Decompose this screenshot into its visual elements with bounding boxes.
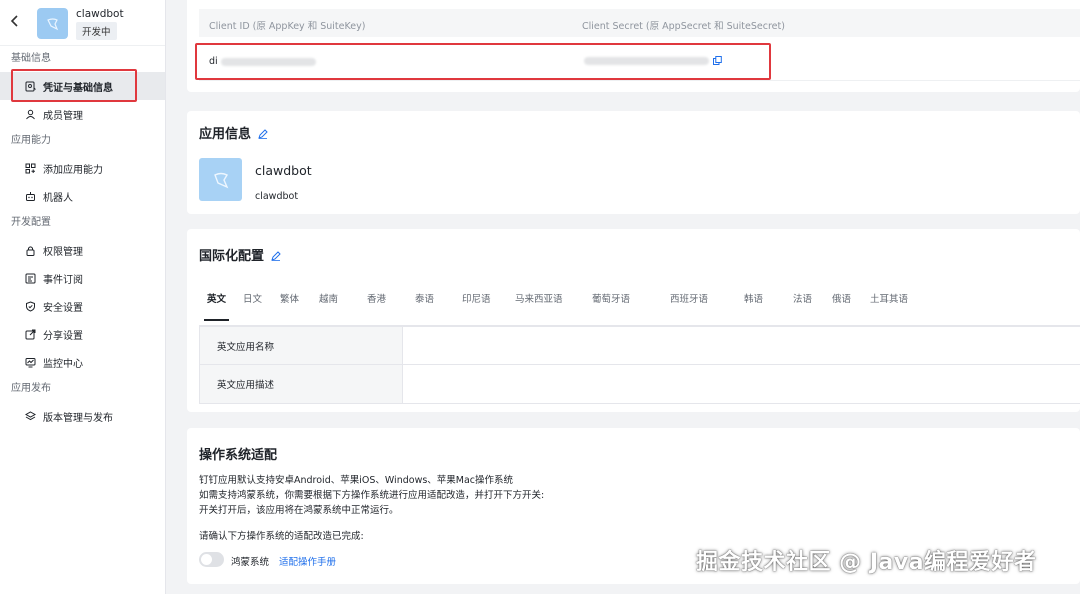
credentials-card: Client ID (原 AppKey 和 SuiteKey) Client S…	[187, 0, 1080, 92]
adaptation-manual-link[interactable]: 适配操作手册	[279, 554, 336, 568]
sidebar-item-label: 监控中心	[43, 358, 83, 370]
sidebar: clawdbot 开发中 基础信息 凭证与基础信息 成员管理 应用能力 添加应用能力 机器…	[0, 0, 166, 594]
layers-icon	[25, 410, 36, 422]
edit-icon[interactable]	[271, 250, 281, 261]
sidebar-item-label: 添加应用能力	[43, 164, 103, 176]
client-secret-label: Client Secret (原 AppSecret 和 SuiteSecret…	[582, 21, 785, 32]
language-tab[interactable]: 俄语	[832, 291, 851, 311]
sidebar-item[interactable]: 添加应用能力	[0, 154, 165, 182]
language-tab[interactable]: 泰语	[415, 291, 434, 311]
language-tab[interactable]: 马来西亚语	[515, 291, 563, 311]
language-tab[interactable]: 英文	[203, 291, 230, 321]
highlight-box	[195, 43, 771, 80]
credentials-header: Client ID (原 AppKey 和 SuiteKey) Client S…	[199, 9, 1080, 37]
harmony-label: 鸿蒙系统	[231, 557, 270, 568]
app-info-subtitle: clawdbot	[255, 191, 299, 202]
sidebar-group-title: 应用发布	[11, 383, 51, 394]
language-tab[interactable]: 香港	[367, 291, 386, 311]
robot-icon	[25, 191, 36, 202]
app-header: clawdbot 开发中	[0, 0, 165, 46]
app-name: clawdbot	[76, 8, 124, 20]
user-icon	[25, 109, 36, 120]
monitor-icon	[25, 357, 36, 368]
i18n-title: 国际化配置	[199, 245, 281, 264]
os-description-line: 开关打开后，该应用将在鸿蒙系统中正常运行。	[199, 505, 399, 516]
lock-icon	[25, 245, 36, 256]
app-info-card: 应用信息 clawdbot clawdbot	[187, 111, 1080, 214]
language-tab[interactable]: 繁体	[280, 291, 299, 311]
sidebar-item-label: 版本管理与发布	[43, 412, 113, 424]
sidebar-item[interactable]: 事件订阅	[0, 264, 165, 292]
sidebar-group-title: 应用能力	[11, 135, 51, 146]
harmony-toggle[interactable]	[199, 552, 224, 567]
sidebar-item-label: 成员管理	[43, 110, 83, 122]
os-confirm-text: 请确认下方操作系统的适配改造已完成:	[199, 531, 364, 542]
app-logo	[37, 8, 68, 39]
watermark: 掘金技术社区 @ Java编程爱好者	[696, 550, 1037, 575]
language-tab[interactable]: 印尼语	[462, 291, 491, 311]
i18n-table: 英文应用名称 英文应用描述	[199, 326, 1080, 404]
os-title: 操作系统适配	[199, 448, 278, 463]
sidebar-item-label: 分享设置	[43, 330, 83, 342]
sidebar-item[interactable]: 成员管理	[0, 100, 165, 128]
language-tab[interactable]: 日文	[243, 291, 262, 311]
sidebar-item[interactable]: 版本管理与发布	[0, 402, 165, 430]
sidebar-item-label: 机器人	[43, 192, 73, 204]
divider	[199, 80, 1080, 81]
sidebar-group-title: 开发配置	[11, 217, 51, 228]
language-tab[interactable]: 法语	[793, 291, 812, 311]
sidebar-item-label: 安全设置	[43, 302, 83, 314]
app-info-title: 应用信息	[199, 123, 268, 142]
os-description-line: 如需支持鸿蒙系统，你需要根据下方操作系统进行应用适配改造，并打开下方开关:	[199, 490, 545, 501]
sidebar-item[interactable]: 分享设置	[0, 320, 165, 348]
sidebar-item-label: 事件订阅	[43, 274, 83, 286]
app-info-name: clawdbot	[255, 163, 312, 178]
sidebar-item[interactable]: 安全设置	[0, 292, 165, 320]
language-tab[interactable]: 越南	[319, 291, 338, 311]
client-id-label: Client ID (原 AppKey 和 SuiteKey)	[209, 21, 366, 32]
back-arrow-icon[interactable]	[10, 14, 22, 30]
language-tab[interactable]: 葡萄牙语	[592, 291, 630, 311]
row-label: 英文应用名称	[200, 327, 403, 364]
row-value[interactable]	[403, 327, 1080, 364]
main-content: Client ID (原 AppKey 和 SuiteKey) Client S…	[177, 0, 1080, 594]
edit-icon[interactable]	[258, 128, 268, 139]
sidebar-item[interactable]: 监控中心	[0, 348, 165, 376]
app-logo	[199, 158, 242, 201]
row-value[interactable]	[403, 365, 1080, 403]
row-label: 英文应用描述	[200, 365, 403, 403]
highlight-box	[11, 69, 137, 102]
sidebar-item[interactable]: 权限管理	[0, 236, 165, 264]
share-icon	[25, 329, 36, 340]
language-tab[interactable]: 韩语	[744, 291, 763, 311]
shield-icon	[25, 300, 36, 312]
grid-plus-icon	[25, 163, 36, 174]
status-badge: 开发中	[76, 22, 117, 40]
os-description-line: 钉钉应用默认支持安卓Android、苹果iOS、Windows、苹果Mac操作系…	[199, 475, 514, 486]
sidebar-item[interactable]: 机器人	[0, 182, 165, 210]
language-tab[interactable]: 西班牙语	[670, 291, 708, 311]
sidebar-nav: 基础信息 凭证与基础信息 成员管理 应用能力 添加应用能力 机器人 开发配置 权限管理 事件订阅…	[0, 46, 165, 430]
sidebar-item-label: 权限管理	[43, 246, 83, 258]
event-icon	[25, 273, 36, 284]
os-description: 钉钉应用默认支持安卓Android、苹果iOS、Windows、苹果Mac操作系…	[199, 473, 544, 518]
table-row: 英文应用名称	[200, 327, 1080, 365]
table-row: 英文应用描述	[200, 365, 1080, 403]
i18n-card: 国际化配置 英文 日文 繁体 越南 香港 泰语 印尼语 马来西亚语 葡萄牙语 西班牙语 韩语 法语 俄语…	[187, 229, 1080, 412]
language-tab[interactable]: 土耳其语	[870, 291, 908, 311]
